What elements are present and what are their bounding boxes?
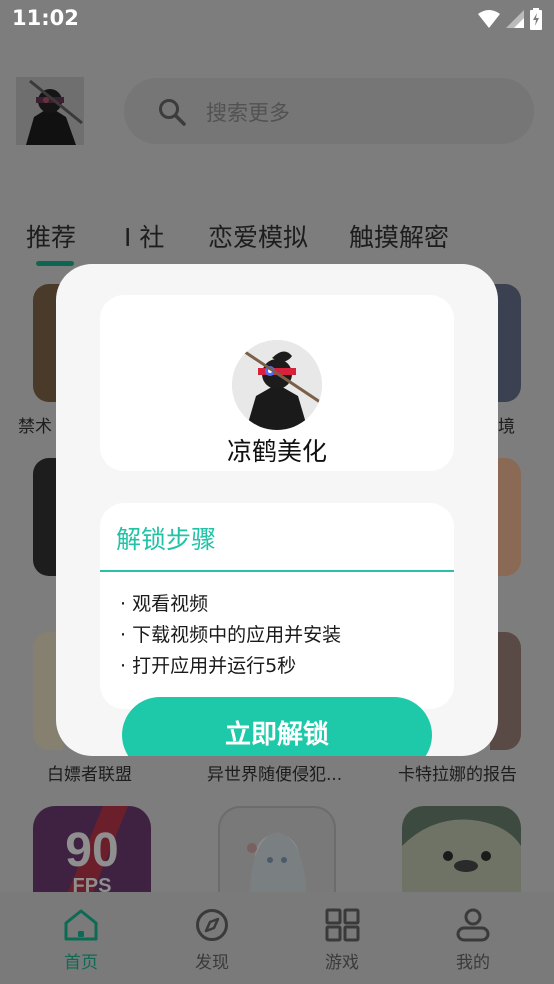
nav-item-home[interactable]: 首页 xyxy=(31,892,131,984)
search-input[interactable]: 搜索更多 xyxy=(206,97,290,127)
step-item: · 打开应用并运行5秒 xyxy=(120,655,297,677)
battery-icon xyxy=(530,8,542,30)
profile-name: 凉鹤美化 xyxy=(226,437,327,466)
signal-icon xyxy=(506,10,524,28)
nav-label: 我的 xyxy=(456,953,490,973)
steps-list: · 观看视频 · 下载视频中的应用并安装 · 打开应用并运行5秒 xyxy=(120,589,341,682)
step-item: · 下载视频中的应用并安装 xyxy=(120,624,342,646)
unlock-dialog: 凉鹤美化 解锁步骤 · 观看视频 · 下载视频中的应用并安装 · 打开应用并运行… xyxy=(56,264,498,756)
svg-text:FPS: FPS xyxy=(73,875,112,892)
tab-i-she[interactable]: I 社 xyxy=(124,218,164,254)
nav-label: 游戏 xyxy=(325,953,359,973)
app-label: 卡特拉娜的报告 xyxy=(398,765,517,785)
nav-item-discover[interactable]: 发现 xyxy=(162,892,262,984)
app-label: 禁术 xyxy=(18,417,52,437)
status-icons xyxy=(478,8,542,30)
wifi-icon xyxy=(478,10,500,28)
search-bar[interactable]: 搜索更多 xyxy=(124,78,534,144)
tab-indicator xyxy=(36,261,74,266)
status-bar: 11:02 xyxy=(0,0,554,38)
grid-icon xyxy=(325,908,360,942)
bottom-nav: 首页 发现 游戏 我的 xyxy=(0,892,554,984)
profile-avatar xyxy=(232,340,322,430)
dialog-body: 凉鹤美化 解锁步骤 · 观看视频 · 下载视频中的应用并安装 · 打开应用并运行… xyxy=(56,264,498,756)
person-icon xyxy=(456,908,490,942)
steps-title: 解锁步骤 xyxy=(116,525,217,554)
app-icon-seal[interactable] xyxy=(402,806,521,892)
status-time: 11:02 xyxy=(12,6,79,30)
app-icon-90fps[interactable]: 90 FPS xyxy=(33,806,151,892)
nav-label: 首页 xyxy=(64,953,98,973)
nav-item-profile[interactable]: 我的 xyxy=(423,892,523,984)
home-icon xyxy=(64,909,98,941)
tab-touch-puzzle[interactable]: 触摸解密 xyxy=(349,218,449,254)
svg-text:90: 90 xyxy=(65,824,118,877)
user-avatar[interactable] xyxy=(16,77,84,145)
nav-label: 发现 xyxy=(195,953,229,973)
nav-item-games[interactable]: 游戏 xyxy=(292,892,392,984)
app-label: 异世界随便侵犯... xyxy=(207,765,343,785)
category-tabs: 推荐 I 社 恋爱模拟 触摸解密 xyxy=(0,218,554,268)
unlock-steps-card: 解锁步骤 · 观看视频 · 下载视频中的应用并安装 · 打开应用并运行5秒 xyxy=(100,503,454,709)
app-label: 白嫖者联盟 xyxy=(47,765,132,785)
step-item: · 观看视频 xyxy=(120,593,209,615)
tab-romance-sim[interactable]: 恋爱模拟 xyxy=(208,218,308,254)
compass-icon xyxy=(196,909,228,941)
unlock-now-button[interactable]: 立即解锁 xyxy=(122,697,432,756)
divider xyxy=(100,570,454,572)
search-icon xyxy=(159,99,186,126)
profile-card: 凉鹤美化 xyxy=(100,295,454,471)
app-label: 境 xyxy=(498,417,515,437)
tab-recommend[interactable]: 推荐 xyxy=(26,218,76,254)
app-icon-anime[interactable] xyxy=(218,806,336,892)
